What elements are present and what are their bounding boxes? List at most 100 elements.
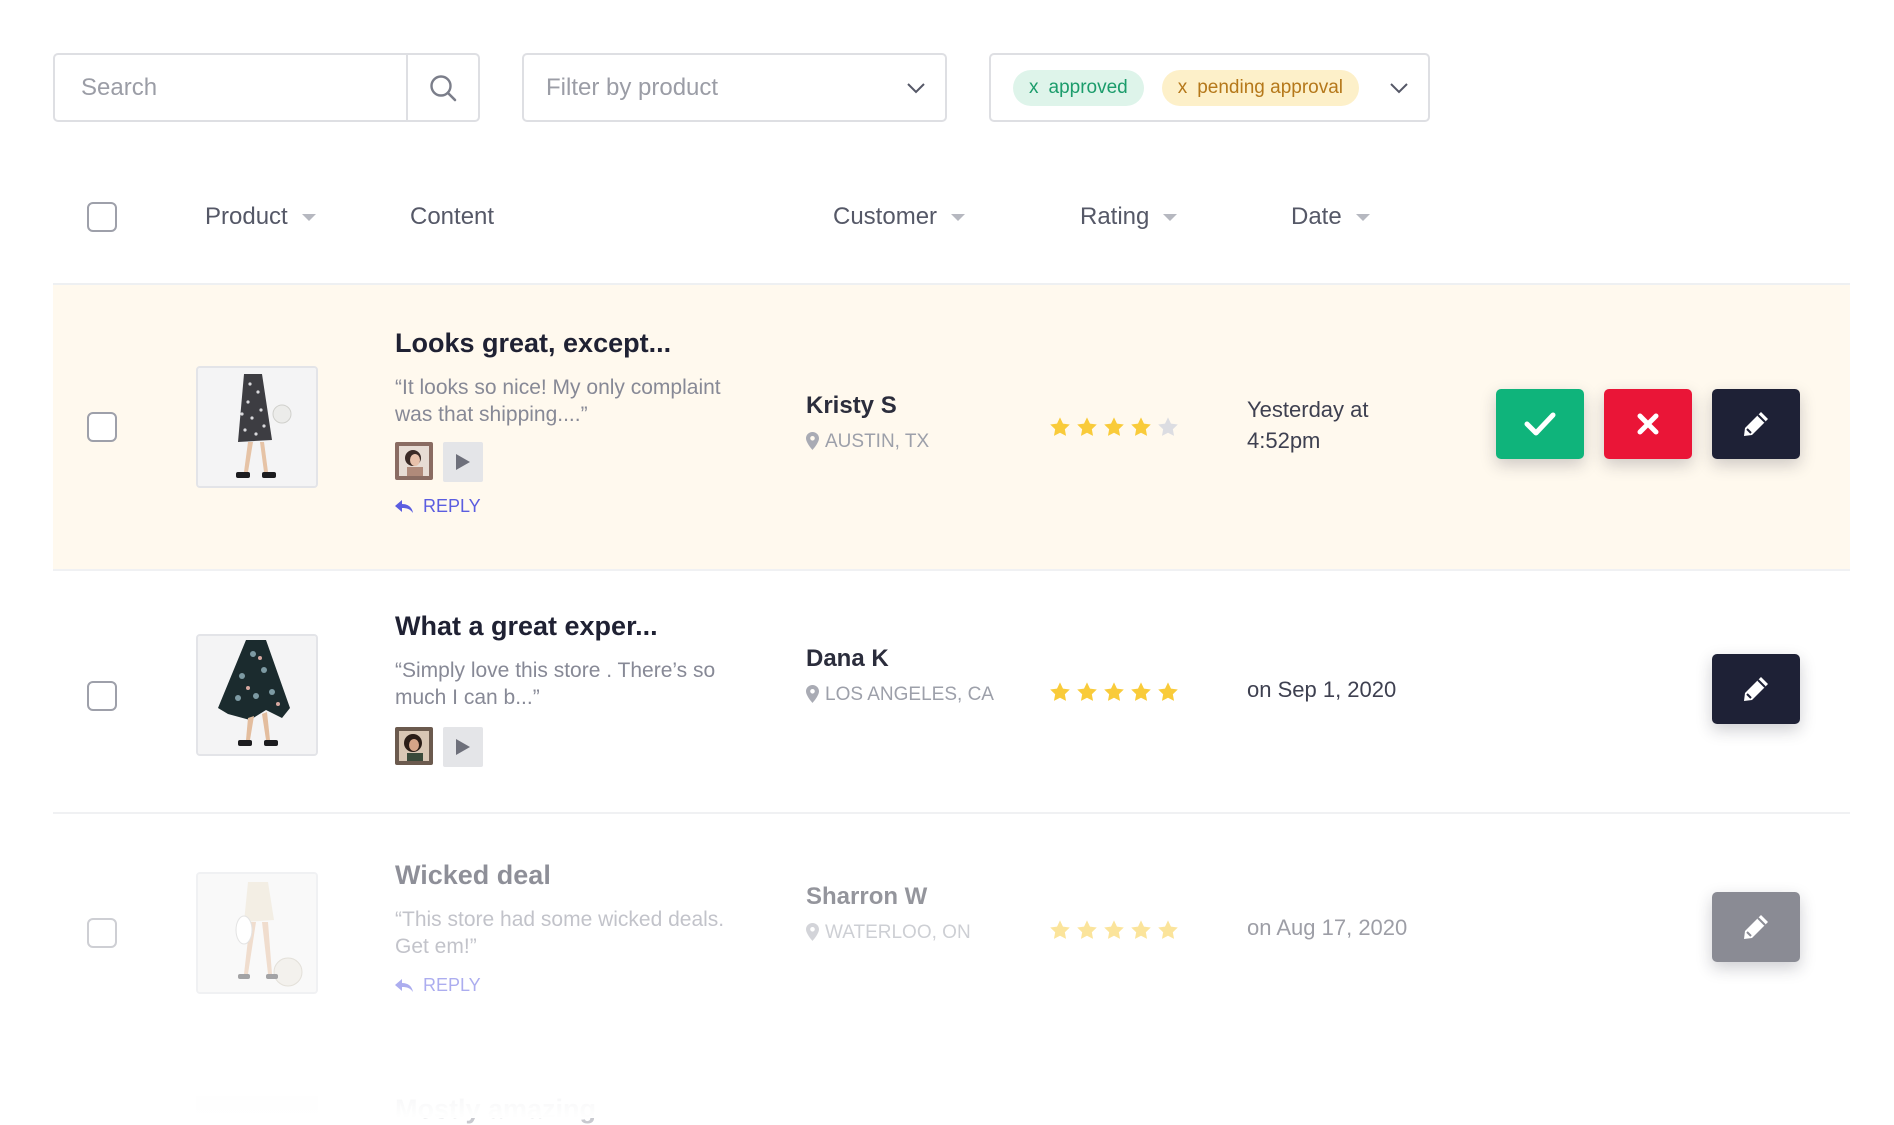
star-rating [1049, 919, 1179, 941]
star-rating [1049, 416, 1179, 438]
pencil-icon [1744, 412, 1768, 436]
column-header-content: Content [410, 200, 494, 234]
reply-label: REPLY [423, 496, 481, 516]
customer-location-text: AUSTIN, TX [825, 431, 930, 452]
customer-location-text: LOS ANGELES, CA [825, 684, 994, 705]
search-input[interactable] [55, 55, 406, 120]
search-button[interactable] [406, 55, 478, 120]
map-pin-icon [806, 432, 819, 450]
column-header-date-label: Date [1291, 203, 1342, 230]
sort-caret-icon [1355, 213, 1370, 221]
close-icon [1637, 413, 1659, 435]
column-header-rating-label: Rating [1080, 203, 1150, 230]
star-icon [1104, 417, 1124, 436]
review-video[interactable] [443, 727, 483, 767]
edit-button[interactable] [1712, 389, 1800, 459]
star-icon [1158, 920, 1178, 939]
customer-location: WATERLOO, ON [806, 920, 996, 945]
edit-button[interactable] [1712, 654, 1800, 724]
review-title[interactable]: Looks great, except... [395, 328, 671, 359]
row-checkbox[interactable] [87, 412, 117, 442]
approve-button[interactable] [1496, 389, 1584, 459]
pencil-icon [1744, 915, 1768, 939]
product-thumbnail[interactable] [196, 634, 318, 756]
customer-location: LOS ANGELES, CA [806, 682, 996, 707]
chevron-down-icon [907, 82, 925, 93]
review-photo[interactable] [395, 442, 433, 480]
customer-location-text: WATERLOO, ON [825, 922, 971, 943]
star-icon [1131, 920, 1151, 939]
review-title[interactable]: Mostly amazing [395, 1094, 596, 1125]
review-date-line2: 4:52pm [1247, 428, 1321, 453]
play-icon [456, 739, 470, 755]
sort-caret-icon [301, 213, 316, 221]
chip-label-approved: approved [1048, 76, 1128, 98]
chip-remove-approved[interactable]: x [1029, 77, 1039, 99]
review-media [395, 442, 483, 482]
star-icon [1131, 417, 1151, 436]
pencil-icon [1744, 677, 1768, 701]
review-title[interactable]: Wicked deal [395, 860, 551, 891]
edit-button[interactable] [1712, 892, 1800, 962]
column-header-content-label: Content [410, 203, 495, 230]
star-icon [1077, 682, 1097, 701]
chip-remove-pending-approval[interactable]: x [1178, 77, 1188, 99]
review-date: on Aug 17, 2020 [1247, 912, 1407, 943]
star-icon [1158, 682, 1178, 701]
reject-button[interactable] [1604, 389, 1692, 459]
product-filter-placeholder: Filter by product [546, 73, 719, 101]
review-photo[interactable] [395, 727, 433, 765]
review-date: on Sep 1, 2020 [1247, 674, 1396, 705]
review-title[interactable]: What a great exper... [395, 611, 658, 642]
check-icon [1524, 412, 1556, 436]
reply-link[interactable]: REPLY [395, 496, 481, 517]
column-header-product-label: Product [205, 203, 288, 230]
select-all-checkbox[interactable] [87, 202, 117, 232]
product-thumbnail[interactable] [196, 1096, 318, 1118]
row-checkbox[interactable] [87, 918, 117, 948]
sort-caret-icon [951, 213, 966, 221]
review-media [395, 727, 483, 767]
star-icon [1050, 682, 1070, 701]
customer-location: AUSTIN, TX [806, 429, 996, 454]
star-icon [1077, 920, 1097, 939]
status-filter-dropdown[interactable]: x approved x pending approval [989, 53, 1430, 122]
customer-name: Dana K [806, 645, 889, 672]
chip-label-pending-approval: pending approval [1197, 76, 1344, 98]
column-header-date[interactable]: Date [1291, 200, 1370, 234]
star-rating [1049, 681, 1179, 703]
reply-label: REPLY [423, 975, 481, 995]
status-chip-approved: x approved [1013, 69, 1144, 106]
star-empty-icon [1158, 417, 1178, 436]
play-icon [456, 454, 470, 470]
star-icon [1077, 417, 1097, 436]
column-header-product[interactable]: Product [205, 200, 316, 234]
star-icon [1104, 920, 1124, 939]
review-date-line1: on Aug 17, 2020 [1247, 915, 1408, 940]
customer-name: Sharron W [806, 883, 928, 910]
review-excerpt: “This store had some wicked deals. Get e… [395, 908, 725, 958]
star-icon [1104, 682, 1124, 701]
column-header-customer[interactable]: Customer [833, 200, 966, 234]
review-video[interactable] [443, 442, 483, 482]
product-thumbnail[interactable] [196, 366, 318, 488]
column-header-rating[interactable]: Rating [1080, 200, 1178, 234]
star-icon [1131, 682, 1151, 701]
product-thumbnail[interactable] [196, 872, 318, 994]
star-icon [1050, 920, 1070, 939]
review-date: Yesterday at 4:52pm [1247, 394, 1369, 456]
review-excerpt: “Simply love this store . There’s so muc… [395, 659, 716, 709]
product-filter-dropdown[interactable]: Filter by product [522, 53, 947, 122]
map-pin-icon [806, 685, 819, 703]
row-checkbox[interactable] [87, 681, 117, 711]
reply-arrow-icon [395, 499, 413, 513]
column-header-customer-label: Customer [833, 203, 938, 230]
search-box [53, 53, 480, 122]
search-icon [430, 74, 457, 101]
row-divider [53, 569, 1850, 571]
reply-link[interactable]: REPLY [395, 975, 481, 996]
customer-name: Kristy S [806, 392, 897, 419]
star-icon [1050, 417, 1070, 436]
review-excerpt: “It looks so nice! My only complaint was… [395, 376, 721, 426]
map-pin-icon [806, 923, 819, 941]
